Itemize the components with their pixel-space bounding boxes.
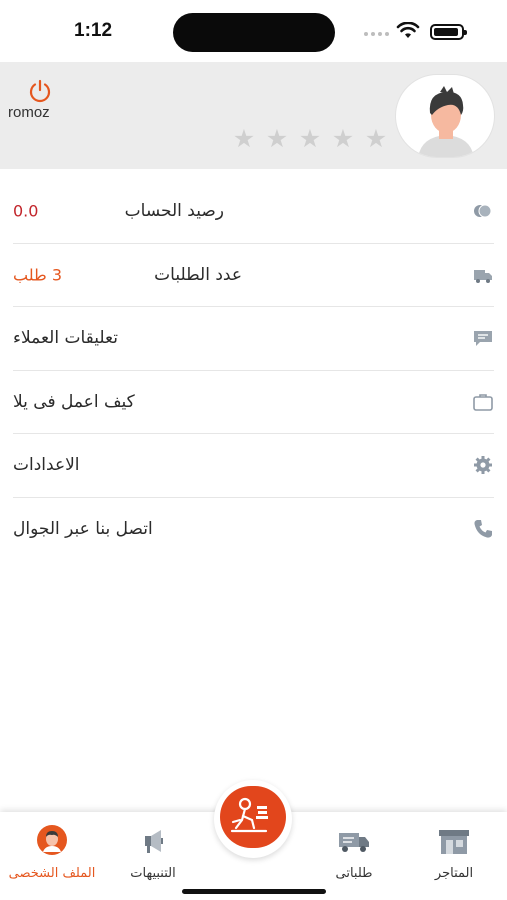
menu-item-label: كيف اعمل فى يلا (13, 391, 135, 412)
star-icon: ★ (331, 124, 355, 153)
menu-item-how-to-work[interactable]: كيف اعمل فى يلا (13, 371, 494, 434)
phone-icon (474, 520, 492, 538)
star-icon: ★ (364, 124, 388, 153)
rating-stars: ★ ★ ★ ★ ★ (232, 126, 388, 152)
menu-item-label: تعليقات العملاء (13, 328, 118, 349)
store-icon (439, 830, 469, 854)
menu-item-account-balance[interactable]: رصيد الحساب 0.0 (13, 180, 494, 244)
menu-item-orders-count[interactable]: عدد الطلبات 3 طلب (13, 244, 494, 307)
delivery-person-icon (230, 797, 268, 833)
username: romoz (8, 104, 50, 121)
nav-tab-stores[interactable]: المتاجر (404, 824, 504, 881)
cellular-signal-icon (364, 32, 389, 36)
menu-item-label: عدد الطلبات (154, 264, 242, 285)
orders-count-value: 3 طلب (13, 265, 63, 285)
nav-tab-my-orders[interactable]: طلباتى (304, 824, 404, 881)
megaphone-icon (145, 830, 163, 853)
user-avatar-icon (418, 86, 474, 157)
battery-icon (430, 24, 467, 40)
center-action-button[interactable] (220, 786, 286, 848)
nav-tab-label: التنبيهات (130, 866, 176, 881)
profile-avatar-icon (37, 825, 67, 855)
status-bar: 1:12 (0, 0, 507, 62)
menu-item-settings[interactable]: الاعدادات (13, 434, 494, 498)
profile-menu: رصيد الحساب 0.0 عدد الطلبات 3 طلب تعليقا… (0, 180, 507, 561)
nav-tab-profile[interactable]: الملف الشخصى (2, 824, 102, 881)
avatar[interactable] (395, 74, 495, 158)
menu-item-customer-reviews[interactable]: تعليقات العملاء (13, 307, 494, 371)
star-icon: ★ (298, 124, 322, 153)
coins-icon (474, 204, 492, 218)
delivery-truck-icon (474, 269, 492, 283)
menu-item-label: الاعدادات (13, 455, 80, 476)
status-time: 1:12 (74, 20, 113, 41)
menu-item-contact-phone[interactable]: اتصل بنا عبر الجوال (13, 498, 494, 562)
nav-tab-label: المتاجر (434, 866, 474, 881)
wifi-icon (396, 22, 420, 38)
delivery-truck-icon (339, 833, 369, 852)
account-balance-value: 0.0 (13, 201, 39, 221)
chat-bubble-icon (474, 331, 492, 347)
gear-icon (474, 456, 492, 475)
briefcase-icon (473, 393, 493, 411)
home-indicator (182, 889, 326, 894)
star-icon: ★ (232, 124, 256, 153)
nav-tab-label: طلباتى (335, 866, 373, 881)
star-icon: ★ (265, 124, 289, 153)
logout-power-icon[interactable] (27, 78, 53, 104)
menu-item-label: اتصل بنا عبر الجوال (13, 519, 153, 540)
nav-tab-notifications[interactable]: التنبيهات (103, 824, 203, 881)
menu-item-label: رصيد الحساب (124, 201, 224, 222)
dynamic-island (173, 13, 335, 52)
nav-tab-label: الملف الشخصى (8, 866, 96, 881)
